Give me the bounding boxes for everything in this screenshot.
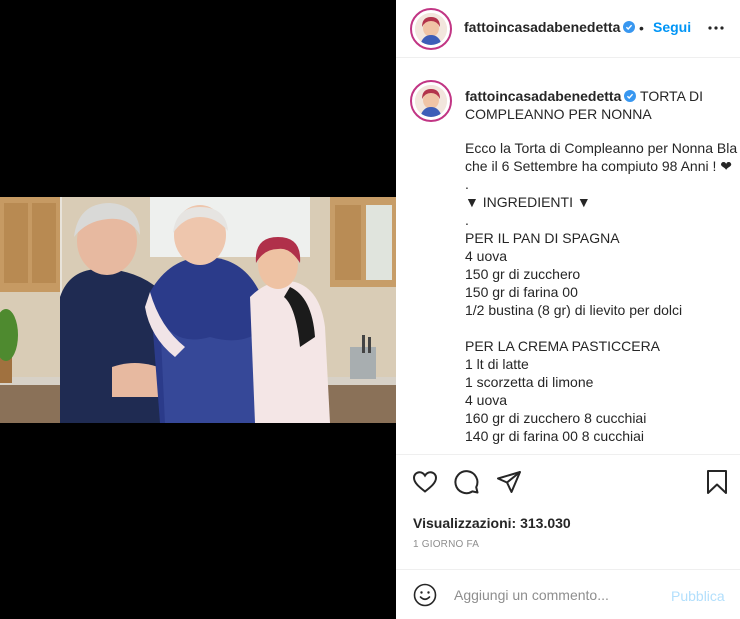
header-username[interactable]: fattoincasadabenedetta [464,19,636,35]
caption-line: . [465,212,469,228]
caption-body: Ecco la Torta di Compleanno per Nonna Bl… [465,139,740,445]
verified-badge-icon [624,90,637,102]
follow-button[interactable]: Segui [653,19,691,35]
caption-area: fattoincasadabenedetta TORTA DI COMPLEAN… [396,60,740,454]
emoji-icon[interactable] [413,583,437,607]
separator-dot: • [639,20,644,36]
verified-badge-icon [623,21,636,33]
caption-line: PER IL PAN DI SPAGNA [465,230,620,246]
comment-icon[interactable] [453,468,481,496]
avatar[interactable] [410,8,452,50]
comment-bar: Pubblica [396,569,740,619]
views-count: Visualizzazioni: 313.030 [413,515,571,531]
caption-avatar[interactable] [410,80,452,122]
caption-line: 1 lt di latte [465,356,529,372]
caption-line: 1/2 bustina (8 gr) di lievito per dolci [465,302,683,318]
more-icon[interactable] [707,18,725,38]
comment-input[interactable] [454,584,654,606]
caption-line [465,319,740,337]
caption-line: 4 uova [465,392,508,408]
caption-line: 140 gr di farina 00 8 cucchiai [465,428,644,444]
caption-line: . [465,176,469,192]
views-label: Visualizzazioni: [413,515,517,531]
heart-icon[interactable] [411,468,439,496]
publish-button[interactable]: Pubblica [671,588,725,604]
caption-line: che il 6 Settembre ha compiuto 98 Anni !… [465,158,732,174]
caption-title: fattoincasadabenedetta TORTA DI COMPLEAN… [465,87,740,123]
caption-username[interactable]: fattoincasadabenedetta [465,88,621,104]
caption-line: 150 gr di farina 00 [465,284,578,300]
caption-line: PER LA CREMA PASTICCERA [465,338,661,354]
paper-plane-icon[interactable] [495,468,523,496]
post-media[interactable] [0,0,396,619]
avatar-image [415,85,447,117]
caption-line: 160 gr di zucchero 8 cucchiai [465,410,647,426]
post-header: fattoincasadabenedetta • Segui [396,0,740,58]
bookmark-icon[interactable] [703,468,731,496]
views-number: 313.030 [520,515,571,531]
caption-line: 4 uova [465,248,508,264]
caption-line: 1 scorzetta di limone [465,374,594,390]
caption-line: Ecco la Torta di Compleanno per Nonna Bl… [465,140,738,156]
photo-illustration [0,197,396,423]
post-actions: Visualizzazioni: 313.030 1 GIORNO FA [396,454,740,569]
caption-line: 150 gr di zucchero [465,266,581,282]
avatar-image [415,13,447,45]
post-time[interactable]: 1 GIORNO FA [413,539,479,550]
caption-line: ▼ INGREDIENTI ▼ [465,194,591,210]
post-details-panel: fattoincasadabenedetta • Segui fattoinca… [396,0,740,619]
post-photo[interactable] [0,197,396,423]
